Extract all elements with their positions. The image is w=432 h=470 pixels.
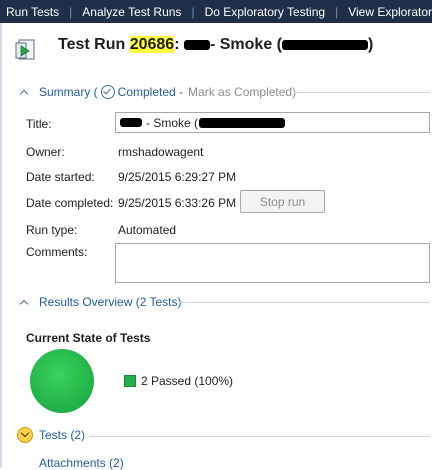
title-colon: : [174, 36, 180, 53]
date-started-value: 9/25/2015 6:29:27 PM [118, 170, 237, 184]
stop-run-button[interactable]: Stop run [240, 190, 325, 213]
title-prefix: Test Run [58, 36, 130, 53]
results-overview-header[interactable]: Results Overview (2 Tests) [20, 295, 181, 309]
title-suffix: - Smoke ( [209, 36, 282, 53]
date-completed-value: 9/25/2015 6:33:26 PM [118, 196, 237, 210]
date-started-label: Date started: [26, 170, 95, 184]
page-title: Test Run 20686: - Smoke () [58, 36, 373, 54]
tests-section-header[interactable]: Tests (2) [39, 428, 85, 442]
redaction-mark [120, 118, 142, 127]
checkmark-circle-icon [100, 85, 115, 99]
title-label: Title: [26, 117, 52, 131]
nav-analyze-test-runs[interactable]: Analyze Test Runs [76, 5, 187, 19]
tests-section-label: Tests (2) [39, 428, 86, 442]
nav-separator: | [69, 4, 73, 19]
passed-legend-label: 2 Passed (100%) [141, 374, 234, 388]
nav-run-tests[interactable]: Run Tests [0, 5, 65, 19]
nav-view-exploratory[interactable]: View Exploratory [342, 5, 432, 19]
run-type-value: Automated [118, 223, 177, 237]
redaction-mark [282, 39, 368, 50]
nav-do-exploratory-testing[interactable]: Do Exploratory Testing [199, 5, 332, 19]
run-id: 20686 [129, 36, 175, 53]
summary-label: Summary ( [39, 85, 98, 99]
pie-legend: 2 Passed (100%) [124, 374, 233, 388]
mark-as-completed-link[interactable]: Mark as Completed) [188, 85, 296, 99]
current-state-title: Current State of Tests [26, 331, 151, 345]
owner-label: Owner: [26, 145, 65, 159]
redaction-mark [183, 39, 210, 50]
comments-field[interactable] [115, 243, 430, 283]
title-end: ) [368, 36, 374, 53]
test-run-icon [15, 39, 35, 60]
top-nav-bar: Run Tests | Analyze Test Runs | Do Explo… [0, 0, 432, 23]
title-field-text: - Smoke ( [146, 116, 199, 130]
nav-separator: | [335, 4, 339, 19]
run-type-label: Run type: [26, 223, 78, 237]
chevron-up-icon [20, 298, 29, 307]
section-divider [90, 436, 430, 437]
nav-separator: | [191, 4, 195, 19]
chevron-up-icon [20, 88, 29, 97]
title-field[interactable]: - Smoke ( [115, 112, 430, 133]
completed-status: Completed - [117, 85, 184, 99]
pie-slice-passed [30, 349, 94, 413]
section-divider [294, 92, 430, 93]
passed-swatch [124, 375, 136, 387]
redaction-mark [199, 118, 285, 128]
results-pie-chart [30, 349, 94, 413]
summary-section-header[interactable]: Summary ( Completed - Mark as Completed) [20, 85, 296, 99]
date-completed-label: Date completed: [26, 196, 114, 210]
owner-value: rmshadowagent [118, 145, 204, 159]
results-overview-label: Results Overview (2 Tests) [39, 295, 182, 309]
expand-tests-button[interactable] [17, 427, 33, 443]
comments-label: Comments: [26, 245, 88, 259]
section-divider [178, 302, 430, 303]
